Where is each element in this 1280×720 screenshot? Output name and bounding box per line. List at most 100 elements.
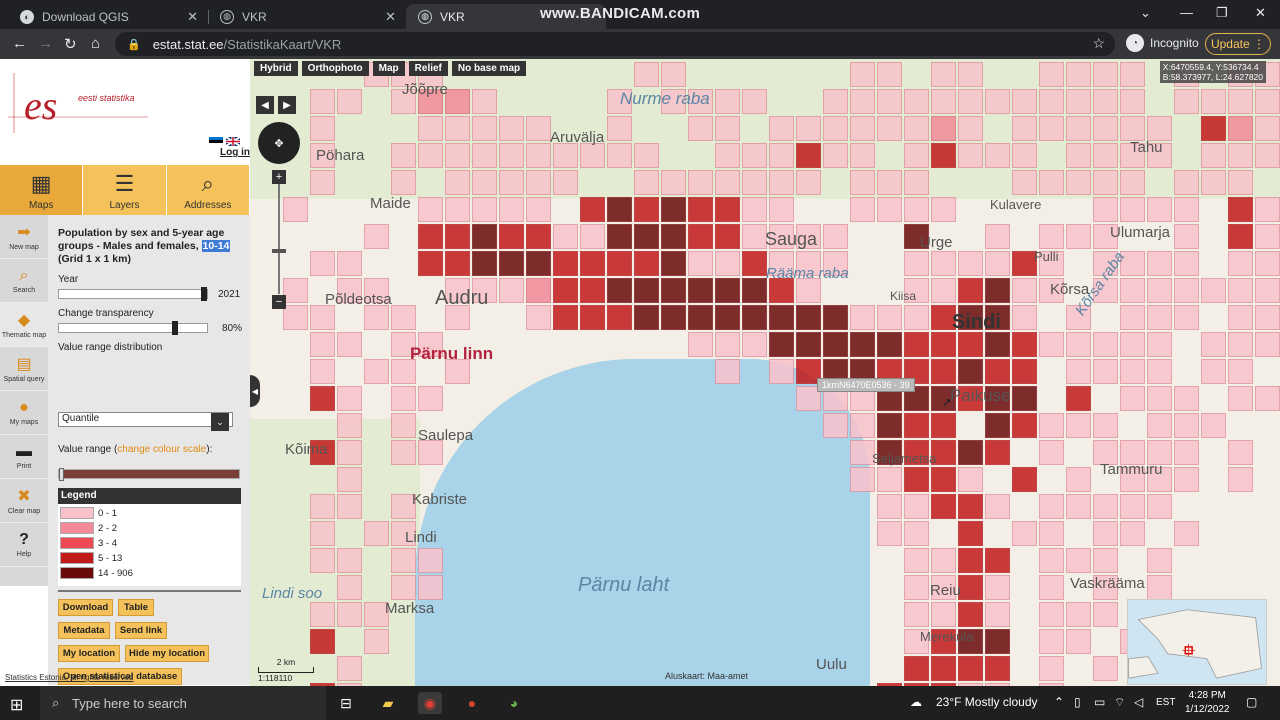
weather-text[interactable]: 23°F Mostly cloudy [936,695,1038,709]
grid-cell[interactable] [769,116,794,141]
basemap-hybrid-button[interactable]: Hybrid [254,61,298,76]
grid-cell[interactable] [985,548,1010,573]
grid-cell[interactable] [1039,224,1064,249]
forward-icon[interactable]: → [38,35,53,52]
grid-cell[interactable] [526,305,551,330]
grid-cell[interactable] [1039,89,1064,114]
reload-icon[interactable]: ↻ [64,35,77,53]
grid-cell[interactable] [391,143,416,168]
grid-cell[interactable] [391,386,416,411]
grid-cell[interactable] [1174,440,1199,465]
grid-cell[interactable] [850,197,875,222]
grid-cell[interactable] [337,656,362,681]
grid-cell[interactable] [1093,656,1118,681]
grid-cell[interactable] [1201,359,1226,384]
grid-cell[interactable] [1039,332,1064,357]
grid-cell[interactable] [985,575,1010,600]
grid-cell[interactable] [1120,494,1145,519]
grid-cell[interactable] [526,278,551,303]
grid-cell[interactable] [877,170,902,195]
grid-cell[interactable] [877,62,902,87]
grid-cell[interactable] [418,251,443,276]
grid-cell[interactable] [769,305,794,330]
grid-cell[interactable] [715,332,740,357]
grid-cell[interactable] [958,278,983,303]
grid-cell[interactable] [1039,170,1064,195]
clear-map-tool[interactable]: ✖ Clear map [0,479,48,523]
file-explorer-icon[interactable]: ▰ [376,692,400,714]
grid-cell[interactable] [418,143,443,168]
grid-cell[interactable] [634,143,659,168]
grid-cell[interactable] [1174,251,1199,276]
grid-cell[interactable] [688,332,713,357]
grid-cell[interactable] [688,251,713,276]
year-slider-thumb[interactable] [201,287,207,301]
grid-cell[interactable] [1066,62,1091,87]
grid-cell[interactable] [985,89,1010,114]
copyright-link[interactable]: Statistics Estonia, all rights reserved [5,673,134,682]
grid-cell[interactable] [337,89,362,114]
grid-cell[interactable] [1228,467,1253,492]
grid-cell[interactable] [661,197,686,222]
grid-cell[interactable] [823,89,848,114]
grid-cell[interactable] [1039,575,1064,600]
network-icon[interactable]: ⌔ [1114,695,1125,710]
grid-cell[interactable] [580,224,605,249]
grid-cell[interactable] [580,143,605,168]
grid-cell[interactable] [1120,332,1145,357]
grid-cell[interactable] [1201,278,1226,303]
grid-cell[interactable] [688,116,713,141]
grid-cell[interactable] [634,170,659,195]
grid-cell[interactable] [337,575,362,600]
grid-cell[interactable] [958,89,983,114]
grid-cell[interactable] [526,116,551,141]
grid-cell[interactable] [742,332,767,357]
grid-cell[interactable] [1039,440,1064,465]
grid-cell[interactable] [1066,143,1091,168]
basemap-map-button[interactable]: Map [372,61,405,76]
zoom-slider-thumb[interactable] [272,249,286,253]
grid-cell[interactable] [688,278,713,303]
distribution-select[interactable]: Quantile ⌄ [58,412,233,431]
grid-cell[interactable] [715,278,740,303]
grid-cell[interactable] [688,170,713,195]
grid-cell[interactable] [904,575,929,600]
grid-cell[interactable] [904,89,929,114]
grid-cell[interactable] [1228,359,1253,384]
grid-cell[interactable] [1066,116,1091,141]
grid-cell[interactable] [499,116,524,141]
grid-cell[interactable] [1039,116,1064,141]
grid-cell[interactable] [1120,197,1145,222]
grid-cell[interactable] [418,116,443,141]
grid-cell[interactable] [715,359,740,384]
grid-cell[interactable] [904,467,929,492]
grid-cell[interactable] [796,143,821,168]
grid-cell[interactable] [418,575,443,600]
grid-cell[interactable] [904,197,929,222]
grid-cell[interactable] [1147,548,1172,573]
grid-cell[interactable] [850,170,875,195]
grid-cell[interactable] [1012,413,1037,438]
grid-cell[interactable] [1066,170,1091,195]
grid-cell[interactable] [1147,332,1172,357]
grid-cell[interactable] [283,197,308,222]
grid-cell[interactable] [1012,386,1037,411]
grid-cell[interactable] [391,575,416,600]
grid-cell[interactable] [1228,89,1253,114]
grid-cell[interactable] [1147,278,1172,303]
volume-icon[interactable]: ◁ [1134,695,1143,709]
taskbar-search[interactable]: ⌕ Type here to search [40,686,326,720]
grid-cell[interactable] [499,224,524,249]
grid-cell[interactable] [391,170,416,195]
grid-cell[interactable] [742,251,767,276]
change-colour-scale-link[interactable]: change colour scale [117,444,206,455]
new-map-tool[interactable]: ➡ New map [0,215,48,259]
my-maps-tool[interactable]: ● My maps [0,391,48,435]
language-indicator[interactable]: EST [1156,697,1175,708]
grid-cell[interactable] [985,224,1010,249]
tab-layers[interactable]: ☰ Layers [83,165,167,215]
grid-cell[interactable] [796,116,821,141]
grid-cell[interactable] [985,278,1010,303]
grid-cell[interactable] [958,62,983,87]
close-window-icon[interactable]: ✕ [1255,5,1266,21]
